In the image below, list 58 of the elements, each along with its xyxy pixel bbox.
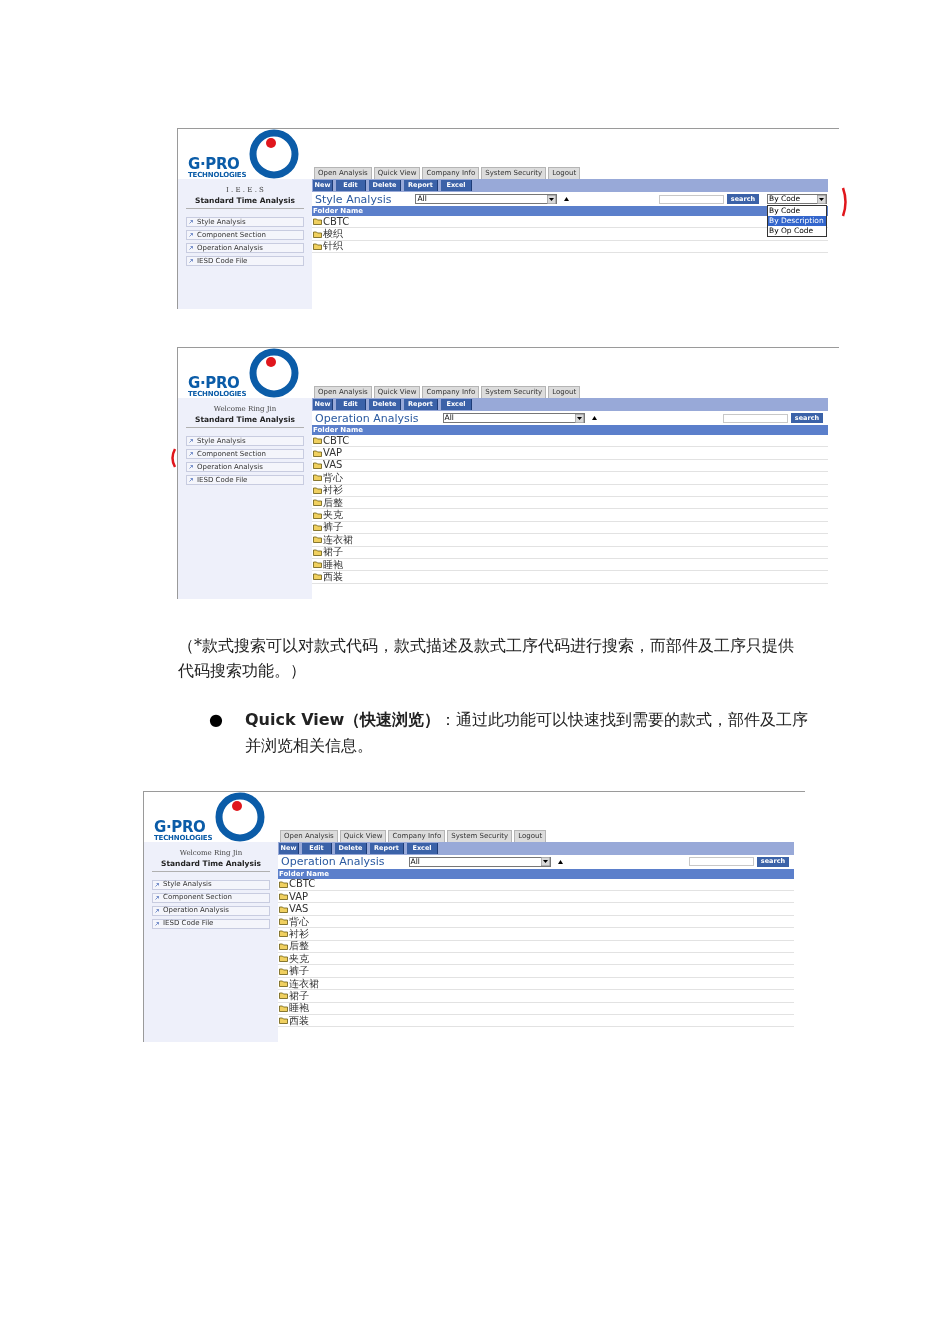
dropdown-arrow-icon	[540, 857, 550, 867]
dropdown-arrow-icon	[817, 194, 826, 204]
page-heading: Operation Analysis	[281, 856, 385, 868]
folder-name[interactable]: 夹克	[323, 510, 343, 521]
folder-name[interactable]: 睡袍	[289, 1003, 309, 1014]
folder-name[interactable]: VAP	[289, 891, 309, 902]
logo-text: G·PRO	[154, 819, 206, 835]
page-heading: Style Analysis	[315, 193, 392, 205]
folder-name[interactable]: 衬衫	[289, 928, 309, 939]
arrow-icon	[155, 895, 159, 900]
arrow-icon	[155, 882, 159, 887]
arrow-icon	[155, 921, 159, 926]
folder-name[interactable]: 后整	[289, 941, 309, 952]
logo-text: G·PRO	[188, 376, 240, 391]
search-field[interactable]	[689, 857, 754, 867]
folder-name[interactable]: 裙子	[289, 990, 309, 1001]
folder-name[interactable]: 西装	[289, 1015, 309, 1026]
arrow-icon	[189, 233, 193, 237]
folder-name[interactable]: 梭织	[323, 229, 343, 240]
folder-name[interactable]: 背心	[323, 472, 343, 483]
folder-name[interactable]: 后整	[323, 497, 343, 508]
search-field[interactable]	[723, 413, 788, 423]
search-field[interactable]	[659, 194, 724, 204]
arrow-icon	[155, 908, 159, 913]
logo-text: G·PRO	[188, 157, 240, 172]
bullet-paragraph: Quick View（快速浏览）：通过此功能可以快速找到需要的款式，部件及工序并浏览相关信息。	[245, 708, 810, 757]
arrow-icon	[189, 439, 193, 443]
page-heading: Operation Analysis	[315, 412, 419, 424]
folder-name[interactable]: CBTC	[323, 435, 350, 446]
folder-name[interactable]: 裤子	[289, 966, 309, 977]
folder-name[interactable]: 夹克	[289, 953, 309, 964]
folder-name[interactable]: CBTC	[289, 879, 316, 890]
folder-name[interactable]: 裙子	[323, 547, 343, 558]
folder-name[interactable]: 睡袍	[323, 559, 343, 570]
triangle-icon	[564, 197, 570, 201]
folder-name[interactable]: VAS	[289, 904, 309, 915]
arrow-icon	[189, 465, 193, 469]
arrow-icon	[189, 452, 193, 456]
triangle-icon	[591, 416, 597, 420]
folder-name[interactable]: VAS	[323, 460, 343, 471]
bullet-marker: ●	[209, 708, 224, 731]
folder-name[interactable]: 连衣裙	[323, 534, 353, 545]
arrow-icon	[189, 478, 193, 482]
folder-name[interactable]: VAP	[323, 448, 343, 459]
arrow-icon	[189, 259, 193, 263]
folder-name[interactable]: 连衣裙	[289, 978, 319, 989]
arrow-icon	[189, 220, 193, 224]
folder-name[interactable]: 裤子	[323, 522, 343, 533]
note-paragraph: （*款式搜索可以对款式代码，款式描述及款式工序代码进行搜索，而部件及工序只提供代码搜索功能。）	[178, 634, 795, 682]
folder-name[interactable]: 背心	[289, 916, 309, 927]
folder-name[interactable]: CBTC	[323, 216, 350, 227]
triangle-icon	[557, 859, 563, 864]
folder-name[interactable]: 西装	[323, 572, 343, 582]
arrow-icon	[189, 246, 193, 250]
folder-name[interactable]: 衬衫	[323, 485, 343, 496]
folder-name[interactable]: 针织	[323, 241, 343, 252]
dropdown-arrow-icon	[574, 413, 584, 423]
dropdown-arrow-icon	[547, 194, 557, 204]
